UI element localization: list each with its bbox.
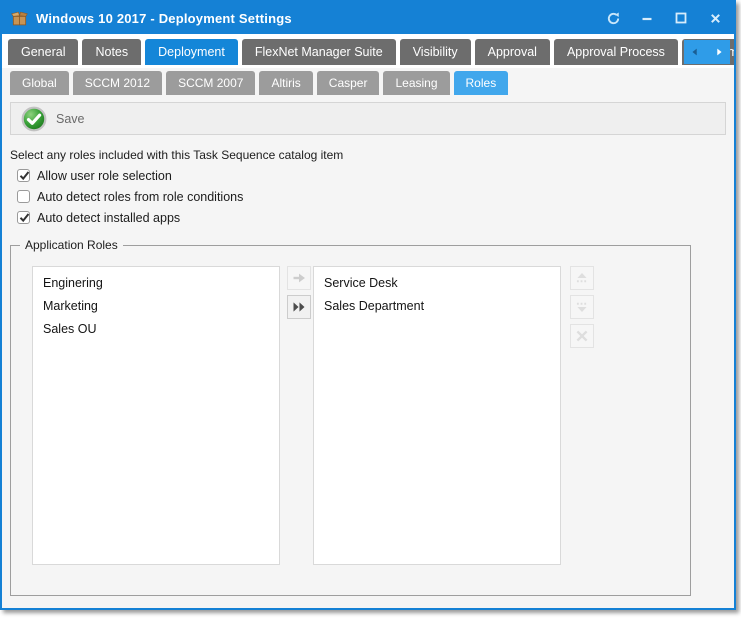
deployment-settings-window: Windows 10 2017 - Deployment Settings bbox=[0, 0, 736, 610]
deployment-subtabstrip: Global SCCM 2012 SCCM 2007 Altiris Caspe… bbox=[2, 68, 734, 98]
list-item[interactable]: Sales OU bbox=[33, 318, 279, 341]
subtab-sccm-2007[interactable]: SCCM 2007 bbox=[166, 71, 255, 95]
package-icon bbox=[11, 10, 28, 27]
move-all-right-button[interactable] bbox=[287, 295, 311, 319]
arrow-right-icon bbox=[288, 267, 310, 289]
checkbox-label: Auto detect roles from role conditions bbox=[37, 190, 243, 204]
tab-approval-process[interactable]: Approval Process bbox=[554, 39, 678, 65]
chevron-right-icon[interactable] bbox=[712, 45, 726, 59]
tab-visibility[interactable]: Visibility bbox=[400, 39, 471, 65]
move-up-button[interactable] bbox=[570, 266, 594, 290]
tab-deployment[interactable]: Deployment bbox=[145, 39, 238, 65]
checkbox-label: Auto detect installed apps bbox=[37, 211, 180, 225]
double-arrow-right-icon bbox=[288, 296, 310, 318]
subtab-leasing[interactable]: Leasing bbox=[383, 71, 449, 95]
main-tabstrip: General Notes Deployment FlexNet Manager… bbox=[2, 34, 734, 68]
assigned-roles-list[interactable]: Service Desk Sales Department bbox=[313, 266, 561, 565]
checkbox-icon[interactable] bbox=[17, 190, 30, 203]
application-roles-groupbox: Application Roles Enginering Marketing S… bbox=[10, 238, 691, 596]
close-icon[interactable] bbox=[706, 9, 724, 27]
save-button[interactable]: Save bbox=[17, 104, 95, 134]
titlebar: Windows 10 2017 - Deployment Settings bbox=[2, 2, 734, 34]
move-right-button[interactable] bbox=[287, 266, 311, 290]
remove-role-button[interactable] bbox=[570, 324, 594, 348]
move-up-icon bbox=[571, 267, 593, 289]
subtab-roles[interactable]: Roles bbox=[454, 71, 509, 95]
green-check-circle-icon bbox=[21, 106, 47, 132]
checkbox-icon[interactable] bbox=[17, 169, 30, 182]
tab-scroller bbox=[684, 40, 730, 64]
available-roles-list[interactable]: Enginering Marketing Sales OU bbox=[32, 266, 280, 565]
subtab-sccm-2012[interactable]: SCCM 2012 bbox=[73, 71, 162, 95]
list-item[interactable]: Service Desk bbox=[314, 272, 560, 295]
move-down-button[interactable] bbox=[570, 295, 594, 319]
subtab-global[interactable]: Global bbox=[10, 71, 69, 95]
tab-notes[interactable]: Notes bbox=[82, 39, 141, 65]
maximize-icon[interactable] bbox=[672, 9, 690, 27]
x-icon bbox=[571, 325, 593, 347]
tab-general[interactable]: General bbox=[8, 39, 78, 65]
subtab-altiris[interactable]: Altiris bbox=[259, 71, 312, 95]
save-label: Save bbox=[56, 112, 85, 126]
roles-heading: Select any roles included with this Task… bbox=[10, 148, 734, 162]
window-controls bbox=[604, 9, 724, 27]
list-item[interactable]: Enginering bbox=[33, 272, 279, 295]
checkbox-label: Allow user role selection bbox=[37, 169, 172, 183]
tab-flexnet-manager-suite[interactable]: FlexNet Manager Suite bbox=[242, 39, 396, 65]
checkbox-auto-detect-installed-apps[interactable]: Auto detect installed apps bbox=[17, 207, 734, 228]
refresh-icon[interactable] bbox=[604, 9, 622, 27]
bottom-spacer bbox=[2, 596, 734, 614]
application-roles-legend: Application Roles bbox=[20, 238, 123, 252]
checkbox-icon[interactable] bbox=[17, 211, 30, 224]
minimize-icon[interactable] bbox=[638, 9, 656, 27]
subtab-casper[interactable]: Casper bbox=[317, 71, 380, 95]
move-down-icon bbox=[571, 296, 593, 318]
toolbar: Save bbox=[10, 102, 726, 135]
window-title: Windows 10 2017 - Deployment Settings bbox=[36, 11, 292, 26]
chevron-left-icon[interactable] bbox=[688, 45, 702, 59]
list-item[interactable]: Marketing bbox=[33, 295, 279, 318]
tab-approval[interactable]: Approval bbox=[475, 39, 550, 65]
list-item[interactable]: Sales Department bbox=[314, 295, 560, 318]
checkbox-allow-user-role-selection[interactable]: Allow user role selection bbox=[17, 165, 734, 186]
checkbox-auto-detect-roles-from-role-conditions[interactable]: Auto detect roles from role conditions bbox=[17, 186, 734, 207]
